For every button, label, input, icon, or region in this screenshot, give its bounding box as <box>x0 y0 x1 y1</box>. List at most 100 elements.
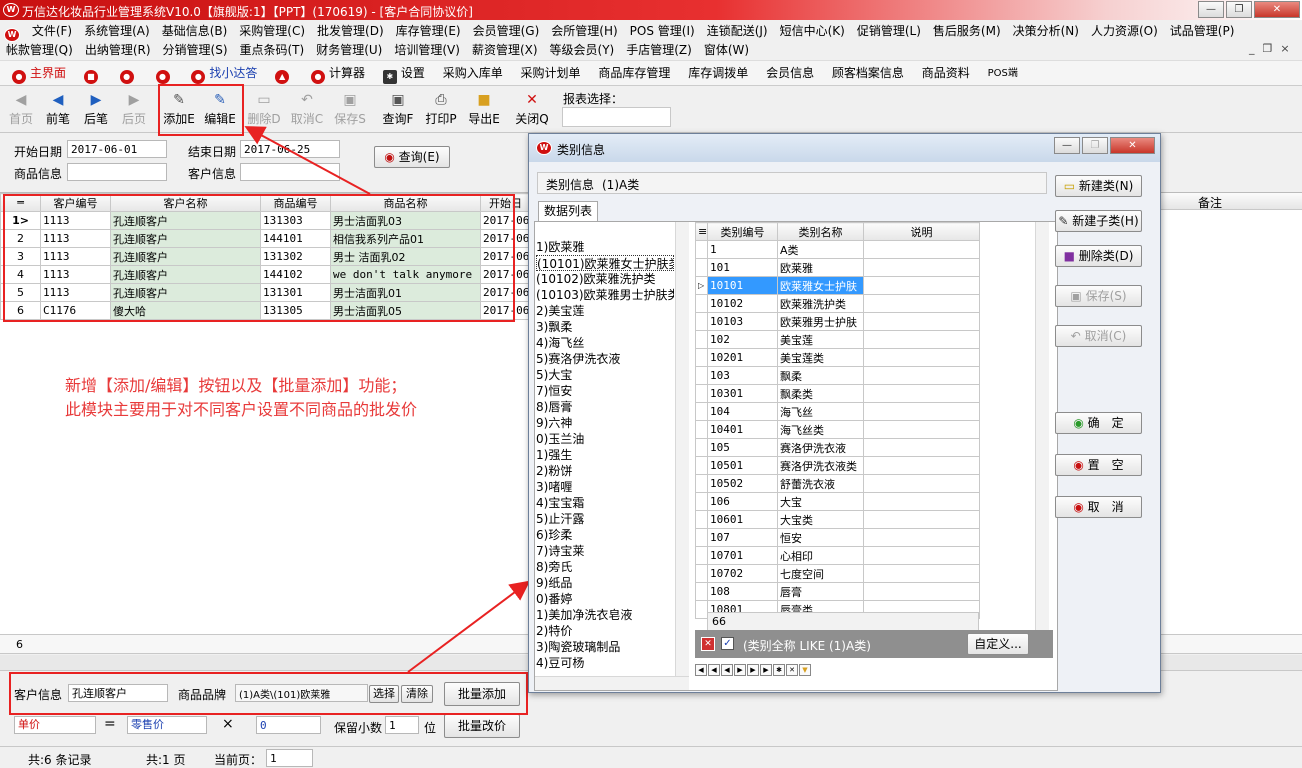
table-cell[interactable] <box>863 402 980 421</box>
table-cell[interactable] <box>863 420 980 439</box>
table-cell[interactable]: 欧莱雅女士护肤 <box>777 276 864 295</box>
table-cell[interactable]: 欧莱雅洗护类 <box>777 294 864 313</box>
delete-category-button[interactable]: ■ 删除类(D) <box>1055 245 1142 267</box>
table-row[interactable]: 10301 飘柔类 <box>695 384 980 403</box>
table-row[interactable]: 10701 心相印 <box>695 546 980 565</box>
table-cell[interactable]: 舒蕾洗衣液 <box>777 474 864 493</box>
table-cell[interactable]: 海飞丝类 <box>777 420 864 439</box>
table-cell[interactable]: 七度空间 <box>777 564 864 583</box>
table-cell[interactable] <box>863 564 980 583</box>
tree-item[interactable]: 4)豆可杨 <box>536 655 674 671</box>
tree-item[interactable]: (10102)欧莱雅洗护类 <box>536 271 674 287</box>
table-cell[interactable]: 10601 <box>707 510 778 529</box>
table-cell[interactable]: 10502 <box>707 474 778 493</box>
table-cell[interactable]: A类 <box>777 240 864 259</box>
table-cell[interactable]: 赛洛伊洗衣液类 <box>777 456 864 475</box>
table-cell[interactable]: 102 <box>707 330 778 349</box>
table-cell[interactable]: 10401 <box>707 420 778 439</box>
dialog-minimize-icon[interactable]: — <box>1054 137 1080 154</box>
tree-item[interactable]: 3)陶瓷玻璃制品 <box>536 639 674 655</box>
dialog-save-button[interactable]: ▣ 保存(S) <box>1055 285 1142 307</box>
table-cell[interactable] <box>863 474 980 493</box>
table-cell[interactable] <box>863 384 980 403</box>
nav-prev-page-icon[interactable]: ◀ <box>708 663 720 676</box>
table-cell[interactable]: 唇膏 <box>777 582 864 601</box>
filter-remove-icon[interactable]: ✕ <box>701 637 715 651</box>
table-row[interactable]: 10502 舒蕾洗衣液 <box>695 474 980 493</box>
table-cell[interactable]: 美宝莲类 <box>777 348 864 367</box>
table-row[interactable]: 104 海飞丝 <box>695 402 980 421</box>
tree-item[interactable]: 2)粉饼 <box>536 463 674 479</box>
table-cell[interactable]: 飘柔 <box>777 366 864 385</box>
tree-item[interactable]: 7)恒安 <box>536 383 674 399</box>
table-cell[interactable]: 大宝 <box>777 492 864 511</box>
table-row[interactable]: 1 A类 <box>695 240 980 259</box>
tree-item[interactable]: 9)六神 <box>536 415 674 431</box>
table-cell[interactable]: 10201 <box>707 348 778 367</box>
tab-data-list[interactable]: 数据列表 <box>538 201 598 221</box>
table-row[interactable]: 10601 大宝类 <box>695 510 980 529</box>
table-cell[interactable] <box>863 258 980 277</box>
dialog-cancel-button[interactable]: ↶ 取消(C) <box>1055 325 1142 347</box>
tree-item[interactable]: 7)诗宝莱 <box>536 543 674 559</box>
tree-item[interactable]: 1)强生 <box>536 447 674 463</box>
filter-enable-checkbox[interactable]: ✓ <box>721 637 734 650</box>
table-row[interactable]: ▷ 10101 欧莱雅女士护肤 <box>695 276 980 295</box>
table-cell[interactable] <box>863 546 980 565</box>
grid-navigator[interactable]: ◀ ◀ ◀ ▶ ▶ ▶ ✱ ✕ ▼ <box>695 662 1035 678</box>
ok-button[interactable]: ◉ 确 定 <box>1055 412 1142 434</box>
table-cell[interactable] <box>863 294 980 313</box>
table-cell[interactable]: 10103 <box>707 312 778 331</box>
table-row[interactable]: 102 美宝莲 <box>695 330 980 349</box>
table-cell[interactable] <box>863 456 980 475</box>
table-cell[interactable] <box>863 492 980 511</box>
table-cell[interactable]: 10702 <box>707 564 778 583</box>
tree-item[interactable]: 2)美宝莲 <box>536 303 674 319</box>
tree-item[interactable]: 5)大宝 <box>536 367 674 383</box>
tree-horizontal-scrollbar[interactable] <box>535 676 689 690</box>
table-cell[interactable]: 10301 <box>707 384 778 403</box>
tree-item[interactable]: 4)宝宝霜 <box>536 495 674 511</box>
nav-insert-icon[interactable]: ✱ <box>773 663 785 676</box>
dialog-close-icon[interactable]: ✕ <box>1110 137 1155 154</box>
table-cell[interactable]: 108 <box>707 582 778 601</box>
table-cell[interactable]: 赛洛伊洗衣液 <box>777 438 864 457</box>
category-grid[interactable]: ≡ 类别编号 类别名称 说明 1 A类 101 欧莱雅 ▷ 10101 欧莱雅女士护肤 101… <box>695 222 980 619</box>
table-cell[interactable]: 10701 <box>707 546 778 565</box>
table-row[interactable]: 10103 欧莱雅男士护肤 <box>695 312 980 331</box>
table-cell[interactable] <box>863 330 980 349</box>
table-cell[interactable] <box>863 276 980 295</box>
nav-next-page-icon[interactable]: ▶ <box>747 663 759 676</box>
tree-item[interactable]: 9)纸品 <box>536 575 674 591</box>
table-cell[interactable]: 105 <box>707 438 778 457</box>
tree-item[interactable]: 6)珍柔 <box>536 527 674 543</box>
new-category-button[interactable]: ▭ 新建类(N) <box>1055 175 1142 197</box>
table-row[interactable]: 10702 七度空间 <box>695 564 980 583</box>
category-tree[interactable]: 1)欧莱雅 (10101)欧莱雅女士护肤类 (10102)欧莱雅洗护类 (10103)… <box>536 239 674 671</box>
table-row[interactable]: 105 赛洛伊洗衣液 <box>695 438 980 457</box>
table-row[interactable]: 10501 赛洛伊洗衣液类 <box>695 456 980 475</box>
table-cell[interactable] <box>863 366 980 385</box>
tree-item[interactable]: 8)唇膏 <box>536 399 674 415</box>
tree-item[interactable]: 2)特价 <box>536 623 674 639</box>
tree-item[interactable]: 5)赛洛伊洗衣液 <box>536 351 674 367</box>
nav-next-icon[interactable]: ▶ <box>734 663 746 676</box>
table-row[interactable]: 10401 海飞丝类 <box>695 420 980 439</box>
tree-item[interactable]: 0)玉兰油 <box>536 431 674 447</box>
nav-filter-icon[interactable]: ▼ <box>799 663 811 676</box>
tree-item[interactable]: 5)止汗露 <box>536 511 674 527</box>
table-row[interactable]: 10102 欧莱雅洗护类 <box>695 294 980 313</box>
table-cell[interactable]: 1 <box>707 240 778 259</box>
table-cell[interactable]: 104 <box>707 402 778 421</box>
table-cell[interactable] <box>863 438 980 457</box>
table-cell[interactable] <box>863 312 980 331</box>
table-cell[interactable]: 101 <box>707 258 778 277</box>
tree-item[interactable]: 3)啫喱 <box>536 479 674 495</box>
nav-delete-icon[interactable]: ✕ <box>786 663 798 676</box>
nav-last-icon[interactable]: ▶ <box>760 663 772 676</box>
tree-item[interactable]: 8)旁氏 <box>536 559 674 575</box>
table-cell[interactable]: 107 <box>707 528 778 547</box>
table-cell[interactable]: 海飞丝 <box>777 402 864 421</box>
reset-button[interactable]: ◉ 置 空 <box>1055 454 1142 476</box>
table-cell[interactable]: 欧莱雅 <box>777 258 864 277</box>
